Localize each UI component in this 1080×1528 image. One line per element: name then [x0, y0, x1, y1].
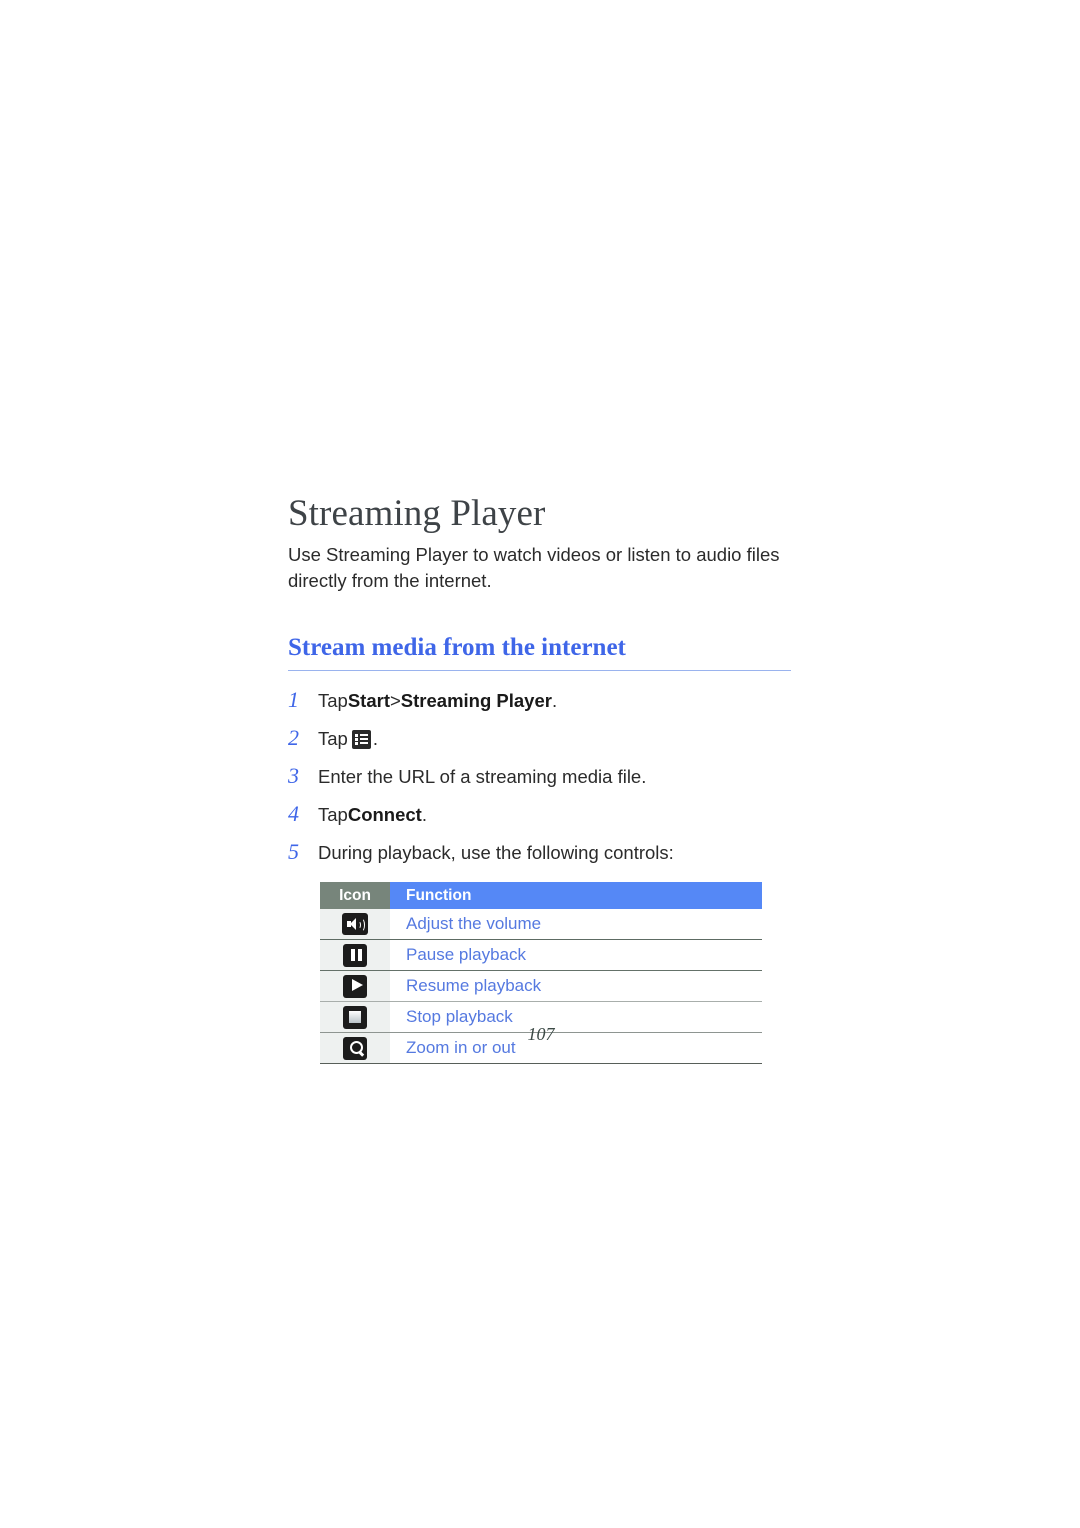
manual-page: Streaming Player Use Streaming Player to…	[0, 0, 1080, 1528]
list-item: 1 Tap Start > Streaming Player.	[288, 688, 792, 713]
list-item: 2 Tap .	[288, 726, 792, 751]
step-number: 4	[288, 801, 299, 826]
step-text-bold-start: Start	[347, 690, 390, 711]
table-cell-function: Resume playback	[390, 970, 762, 1002]
step-text: Tap Start > Streaming Player.	[318, 689, 557, 713]
table-cell-icon	[320, 970, 390, 1002]
column-header-icon: Icon	[320, 882, 390, 909]
steps-list: 1 Tap Start > Streaming Player. 2 Tap . …	[288, 688, 792, 865]
table-cell-function: Adjust the volume	[390, 909, 762, 940]
list-menu-icon	[351, 729, 371, 749]
step-text-suffix: .	[551, 690, 558, 711]
step-text-bold-app: Streaming Player	[400, 690, 552, 711]
step-number: 2	[288, 725, 299, 750]
table-row: Adjust the volume	[320, 909, 762, 940]
table-row: Resume playback	[320, 970, 762, 1002]
step-text-suffix: .	[421, 804, 427, 825]
table-cell-icon	[320, 909, 390, 940]
table-cell-function: Pause playback	[390, 939, 762, 971]
intro-paragraph: Use Streaming Player to watch videos or …	[288, 544, 780, 591]
step-number: 5	[288, 839, 299, 864]
list-item: 5 During playback, use the following con…	[288, 840, 792, 865]
table-cell-icon	[320, 939, 390, 971]
step-text-prefix: During playback, use the following contr…	[318, 842, 674, 863]
heading-divider	[288, 670, 791, 671]
step-text-prefix: Tap	[318, 804, 348, 825]
table-header-row: Icon Function	[320, 882, 762, 909]
step-text: Tap Connect.	[318, 803, 427, 827]
column-header-function: Function	[390, 882, 762, 909]
page-content: Streaming Player Use Streaming Player to…	[288, 492, 792, 1064]
list-item: 4 Tap Connect.	[288, 802, 792, 827]
pause-icon	[343, 943, 367, 967]
step-text-prefix: Tap	[318, 728, 348, 749]
step-text-bold-connect: Connect	[347, 804, 422, 825]
page-number: 107	[527, 1024, 555, 1044]
step-text: Tap .	[318, 727, 378, 751]
volume-speaker-icon	[342, 913, 368, 935]
play-icon	[343, 974, 367, 998]
step-number: 3	[288, 763, 299, 788]
page-footer: 107	[320, 1021, 762, 1047]
step-number: 1	[288, 687, 299, 712]
table-row: Pause playback	[320, 939, 762, 971]
list-item: 3 Enter the URL of a streaming media fil…	[288, 764, 792, 789]
section-heading: Stream media from the internet	[288, 634, 626, 661]
step-text-middle: >	[389, 690, 401, 711]
step-text-prefix: Enter the URL of a streaming media file.	[318, 766, 647, 787]
step-text: Enter the URL of a streaming media file.	[318, 765, 646, 789]
page-title: Streaming Player	[288, 493, 546, 534]
step-text: During playback, use the following contr…	[318, 841, 674, 865]
step-text-prefix: Tap	[318, 690, 348, 711]
step-text-suffix: .	[372, 728, 378, 749]
